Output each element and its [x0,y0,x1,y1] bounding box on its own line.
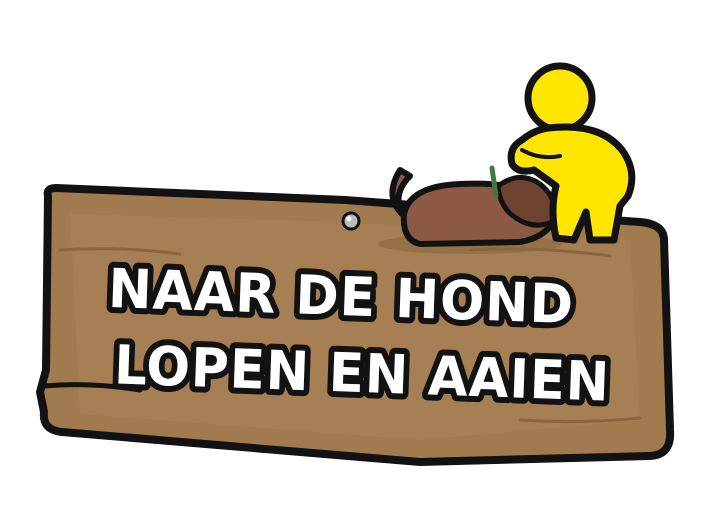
nail-icon [341,211,361,231]
dog-icon [378,165,562,254]
sign-illustration: NAAR DE HOND LOPEN EN AAIEN [36,62,675,466]
